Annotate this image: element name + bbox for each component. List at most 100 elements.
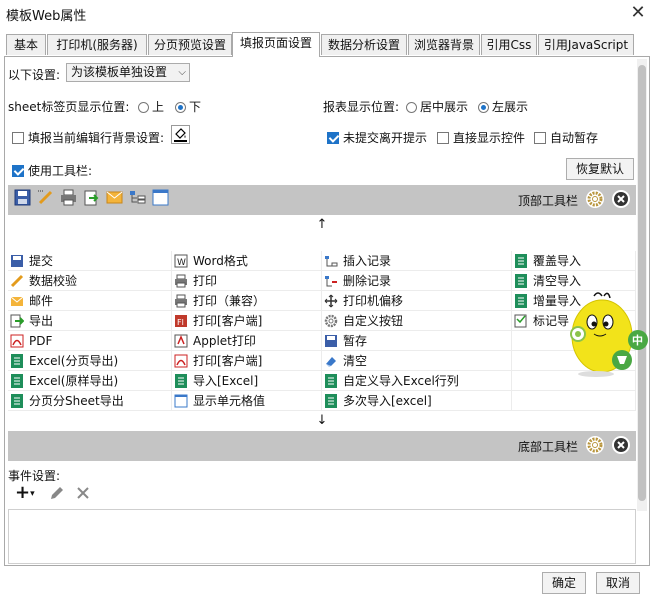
event-list[interactable]	[8, 509, 636, 564]
toolbar-option-button[interactable]: 清空	[322, 351, 512, 371]
pdf-icon	[10, 334, 24, 348]
toolbar-option-button[interactable]: 删除记录	[322, 271, 512, 291]
toolbar-option-label: 插入记录	[343, 254, 392, 268]
toolbar-option-button[interactable]: 提交	[8, 251, 172, 271]
toolbar-option-label: 显示单元格值	[193, 394, 266, 408]
move-up-arrow[interactable]: ↑	[8, 217, 636, 233]
toolbar-option-button[interactable]: 打印（兼容）	[172, 291, 322, 311]
excel-icon	[10, 354, 24, 368]
tab-javascript[interactable]: 引用JavaScript	[538, 34, 634, 55]
tab-strip: 基本 打印机(服务器) 分页预览设置 填报页面设置 数据分析设置 浏览器背景 引…	[6, 32, 650, 57]
export-icon[interactable]	[83, 189, 100, 206]
radio-bottom[interactable]	[175, 102, 186, 113]
direct-show-checkbox[interactable]: 直接显示控件	[437, 129, 525, 146]
move-down-arrow[interactable]: ↓	[8, 413, 636, 429]
mark-icon	[514, 314, 528, 328]
vertical-scrollbar[interactable]	[637, 59, 647, 511]
radio-center-label: 居中展示	[420, 100, 469, 114]
edit-icon[interactable]	[37, 189, 54, 206]
use-toolbar-checkbox-box[interactable]	[12, 165, 24, 177]
toolbar-option-button[interactable]: 清空导入	[512, 271, 636, 291]
toolbar-option-button[interactable]: 打印	[172, 271, 322, 291]
excel-icon	[514, 254, 528, 268]
toolbar-option-button[interactable]: 自定义导入Excel行列	[322, 371, 512, 391]
toolbar-option-button[interactable]: 数据校验	[8, 271, 172, 291]
toolbar-option-button[interactable]: 暂存	[322, 331, 512, 351]
toolbar-option-button[interactable]: 插入记录	[322, 251, 512, 271]
toolbar-option-button[interactable]: 导出	[8, 311, 172, 331]
edit-event-button[interactable]	[49, 485, 65, 504]
toolbar-option-button[interactable]: PDF	[8, 331, 172, 351]
report-position-center[interactable]: 居中展示	[406, 98, 468, 115]
radio-bottom-label: 下	[189, 100, 202, 114]
tab-browser-background[interactable]: 浏览器背景	[408, 34, 480, 55]
scope-select[interactable]: 为该模板单独设置 ⌵	[66, 63, 190, 82]
bottom-toolbar-gear-icon[interactable]	[586, 436, 604, 454]
sheet-position-bottom[interactable]: 下	[175, 98, 201, 115]
cancel-button[interactable]: 取消	[596, 572, 640, 594]
toolbar-option-label: 打印[客户端]	[193, 354, 263, 368]
use-toolbar-checkbox[interactable]: 使用工具栏:	[12, 162, 92, 179]
tab-printer-server[interactable]: 打印机(服务器)	[47, 34, 147, 55]
tree-icon[interactable]	[129, 189, 146, 206]
add-event-button[interactable]: +▾	[15, 483, 35, 504]
top-toolbar-gear-icon[interactable]	[586, 190, 604, 208]
toolbar-option-label: 分页分Sheet导出	[29, 394, 124, 408]
toolbar-option-button[interactable]: Excel(分页导出)	[8, 351, 172, 371]
toolbar-option-button[interactable]: 打印[客户端]	[172, 351, 322, 371]
close-icon[interactable]: ✕	[628, 2, 648, 24]
toolbar-option-button[interactable]: 导入[Excel]	[172, 371, 322, 391]
tab-basic[interactable]: 基本	[6, 34, 46, 55]
gear-icon	[324, 314, 338, 328]
toolbar-option-button[interactable]: Fl 打印[客户端]	[172, 311, 322, 331]
radio-left[interactable]	[478, 102, 489, 113]
toolbar-option-button[interactable]: W Word格式	[172, 251, 322, 271]
excel-icon	[10, 374, 24, 388]
radio-top[interactable]	[138, 102, 149, 113]
radio-center[interactable]	[406, 102, 417, 113]
direct-show-checkbox-box[interactable]	[437, 132, 449, 144]
scope-select-value: 为该模板单独设置	[71, 65, 168, 79]
autosave-checkbox[interactable]: 自动暂存	[534, 129, 598, 146]
tab-page-preview[interactable]: 分页预览设置	[148, 34, 232, 55]
toolbar-option-button[interactable]: Applet打印	[172, 331, 322, 351]
window-icon	[174, 394, 188, 408]
unsubmitted-label: 未提交离开提示	[343, 131, 428, 145]
tab-css[interactable]: 引用Css	[481, 34, 537, 55]
excel-icon	[174, 374, 188, 388]
sheet-position-top[interactable]: 上	[138, 98, 164, 115]
bg-setting-checkbox[interactable]: 填报当前编辑行背景设置:	[12, 129, 164, 146]
toolbar-option-label: 暂存	[343, 334, 368, 348]
tab-fill-page-settings[interactable]: 填报页面设置	[232, 32, 320, 57]
print-icon[interactable]	[60, 189, 77, 206]
top-toolbar-remove-icon[interactable]	[612, 190, 630, 208]
svg-text:W: W	[177, 258, 186, 268]
autosave-checkbox-box[interactable]	[534, 132, 546, 144]
scrollbar-thumb[interactable]	[638, 65, 646, 501]
tab-data-analysis[interactable]: 数据分析设置	[321, 34, 407, 55]
unsubmitted-checkbox-box[interactable]	[327, 132, 339, 144]
paint-bucket-icon[interactable]	[171, 125, 190, 144]
window-icon[interactable]	[152, 189, 169, 206]
bottom-toolbar-remove-icon[interactable]	[612, 436, 630, 454]
toolbar-option-button[interactable]: 自定义按钮	[322, 311, 512, 331]
excel-icon	[10, 394, 24, 408]
save-icon[interactable]	[14, 189, 31, 206]
restore-default-button[interactable]: 恢复默认	[566, 158, 634, 180]
delete-event-button[interactable]	[75, 485, 91, 504]
toolbar-option-button[interactable]: 打印机偏移	[322, 291, 512, 311]
toolbar-option-button[interactable]: 邮件	[8, 291, 172, 311]
toolbar-option-button[interactable]: 多次导入[excel]	[322, 391, 512, 411]
toolbar-option-button[interactable]: Excel(原样导出)	[8, 371, 172, 391]
toolbar-option-label: Excel(分页导出)	[29, 354, 119, 368]
toolbar-option-button[interactable]: 显示单元格值	[172, 391, 322, 411]
bg-checkbox-box[interactable]	[12, 132, 24, 144]
toolbar-option-button[interactable]: 分页分Sheet导出	[8, 391, 172, 411]
ok-button[interactable]: 确定	[542, 572, 586, 594]
delete-row-icon	[324, 274, 338, 288]
toolbar-option-button[interactable]: 覆盖导入	[512, 251, 636, 271]
report-position-left[interactable]: 左展示	[478, 98, 528, 115]
mail-icon[interactable]	[106, 189, 123, 206]
bg-setting-label: 填报当前编辑行背景设置:	[28, 131, 165, 145]
unsubmitted-leave-checkbox[interactable]: 未提交离开提示	[327, 129, 427, 146]
